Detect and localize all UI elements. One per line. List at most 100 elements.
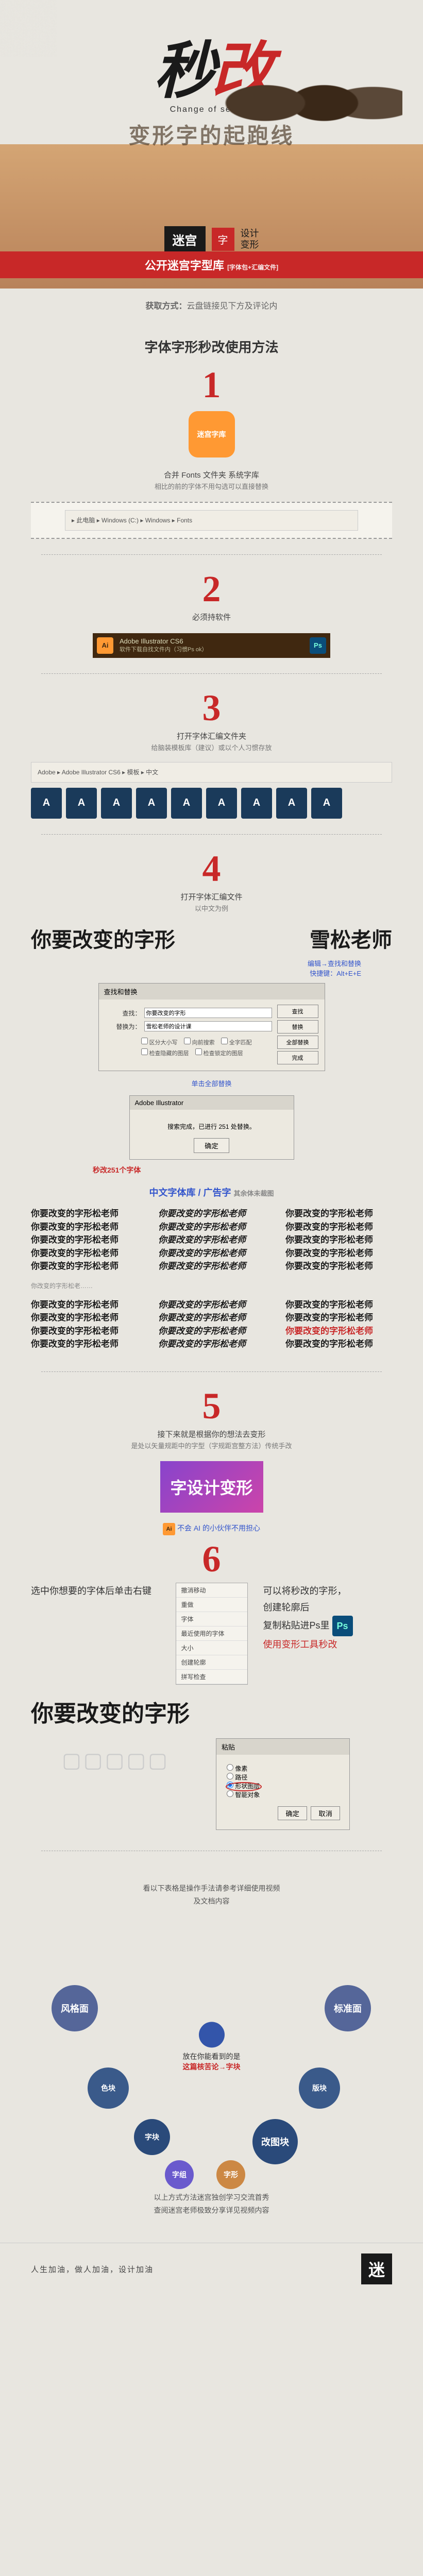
font-file-icon: A <box>171 788 202 819</box>
replace-count: 秒改251个字体 <box>0 1165 423 1175</box>
mindmap-node-色块: 色块 <box>88 2067 129 2109</box>
paste-dialog: 粘贴 像素 路径 形状图层 智能对象 确定 取消 <box>216 1738 350 1830</box>
font-file-icon: A <box>241 788 272 819</box>
logo-band: 迷宫 字 设计变形 <box>164 226 259 252</box>
bottom-bar: 人生加油，做人加油，设计加油 迷 <box>0 2243 423 2295</box>
sample-text-right: 雪松老师 <box>310 918 392 958</box>
menu-item[interactable]: 最近使用的字体 <box>176 1626 247 1641</box>
sample-text-left: 你要改变的字形 <box>31 918 175 958</box>
step-5-number: 5 <box>0 1387 423 1425</box>
checkbox-whole[interactable]: 全字匹配 <box>221 1038 252 1046</box>
step-1-number: 1 <box>0 366 423 403</box>
ps-icon-inline: Ps <box>332 1616 353 1636</box>
font-files-row: A A A A A A A A A <box>31 788 392 819</box>
replace-label: 替换为： <box>105 1022 141 1031</box>
acquire-note: 获取方式：云盘链接见下方及评论内 <box>0 289 423 321</box>
paste-opt-shape[interactable]: 形状图层 <box>227 1783 260 1790</box>
font-file-icon: A <box>101 788 132 819</box>
font-file-icon: A <box>66 788 97 819</box>
font-sample-grid-2: 你要改变的字形松老师 你要改变的字形松老师 你要改变的字形松老师 你要改变的字形… <box>0 1293 423 1356</box>
paste-ok-button[interactable]: 确定 <box>278 1806 307 1820</box>
font-sample-grid: 你要改变的字形松老师 你要改变的字形松老师 你要改变的字形松老师 你要改变的字形… <box>0 1202 423 1278</box>
mindmap-node-风格面: 风格面 <box>52 1985 98 2031</box>
sample-line: 你要改变的字形松老师 <box>31 1311 138 1325</box>
sample-line: 你要改变的字形松老师 <box>158 1207 265 1221</box>
paste-opt-pixel[interactable]: 像素 <box>227 1765 247 1772</box>
folder-screenshot-frame: ▸ 此电脑 ▸ Windows (C:) ▸ Windows ▸ Fonts <box>31 502 392 539</box>
font-file-icon: A <box>31 788 62 819</box>
checkbox-hidden[interactable]: 检查隐藏的图层 <box>141 1048 189 1057</box>
replace-input[interactable] <box>144 1021 272 1031</box>
step-4-desc: 打开字体汇编文件 以中文为例 <box>0 887 423 919</box>
divider <box>41 1371 382 1372</box>
replace-button[interactable]: 替换 <box>277 1020 318 1033</box>
mindmap-node-改图块: 改图块 <box>252 2119 298 2164</box>
hero-banner: 秒改 Change of second 变形字的起跑线 迷宫 字 设计变形 公开… <box>0 0 423 289</box>
template-path: Adobe ▸ Adobe Illustrator CS6 ▸ 模板 ▸ 中文 <box>31 762 392 783</box>
click-hint: 单击全部替换 <box>0 1076 423 1090</box>
paste-dialog-title: 粘贴 <box>216 1739 349 1755</box>
done-button[interactable]: 完成 <box>277 1051 318 1064</box>
sample-line: 你要改变的字形松老师 <box>31 1337 138 1351</box>
find-input[interactable] <box>144 1008 272 1018</box>
step-6-layout: 选中你想要的字体后单击右键 撤消移动 重做 字体 最近使用的字体 大小 创建轮廓… <box>0 1578 423 1690</box>
logo-accent: 字 <box>212 228 234 251</box>
divider <box>41 834 382 835</box>
sample-line: 你要改变的字形松老师 <box>285 1311 392 1325</box>
checkbox-forward[interactable]: 向前搜索 <box>184 1038 215 1046</box>
mindmap-node-字块: 字块 <box>134 2119 170 2155</box>
step-2-number: 2 <box>0 570 423 607</box>
mindmap-node-版块: 版块 <box>299 2067 340 2109</box>
menu-item[interactable]: 撤消移动 <box>176 1583 247 1598</box>
software-row: Ai Adobe Illustrator CS6 软件下载自找文件内（习惯Ps … <box>93 633 330 658</box>
find-button[interactable]: 查找 <box>277 1005 318 1018</box>
find-label: 查找： <box>105 1009 141 1018</box>
menu-item[interactable]: 字体 <box>176 1612 247 1626</box>
font-file-icon: A <box>276 788 307 819</box>
paste-opt-smart[interactable]: 智能对象 <box>227 1791 260 1799</box>
checkbox-locked[interactable]: 检查锁定的图层 <box>195 1048 243 1057</box>
mindmap-node-标准面: 标准面 <box>325 1985 371 2031</box>
sample-line: 你要改变的字形松老师 <box>285 1247 392 1260</box>
step-2-title: 必须持软件 <box>0 607 423 628</box>
section-title: 字体字形秒改使用方法 <box>0 321 423 366</box>
alert-ok-button[interactable]: 确定 <box>194 1138 229 1153</box>
menu-item[interactable]: 大小 <box>176 1641 247 1655</box>
sample-line: 你要改变的字形松老师 <box>31 1221 138 1234</box>
replace-all-button[interactable]: 全部替换 <box>277 1036 318 1049</box>
menu-item-outline[interactable]: 创建轮廓 <box>176 1655 247 1670</box>
ai-icon-small: Ai <box>163 1523 175 1535</box>
outline-sample-text: 你要改变的字形 <box>0 1690 423 1733</box>
sample-line: 你要改变的字形松老师 <box>285 1233 392 1247</box>
sample-line: 你要改变的字形松老师 <box>31 1233 138 1247</box>
paste-cancel-button[interactable]: 取消 <box>311 1806 340 1820</box>
menu-item[interactable]: 重做 <box>176 1598 247 1612</box>
sample-line: 你要改变的字形松老师 <box>158 1298 265 1312</box>
alert-title: Adobe Illustrator <box>130 1096 294 1110</box>
paste-opt-path[interactable]: 路径 <box>227 1774 247 1781</box>
sample-line: 你要改变的字形松老师 <box>158 1311 265 1325</box>
variation-note: 你改变的字形松老…… <box>0 1278 423 1293</box>
compare-heading: 中文字体库 / 广告字 其余体未裁图 <box>0 1175 423 1202</box>
sample-line: 你要改变的字形松老师 <box>31 1260 138 1273</box>
bottom-logo: 迷 <box>361 2253 392 2284</box>
sample-line: 你要改变的字形松老师 <box>158 1233 265 1247</box>
ps-icon: Ps <box>310 637 326 654</box>
sample-line: 你要改变的字形松老师 <box>285 1298 392 1312</box>
mindmap-node-字形: 字形 <box>216 2160 245 2189</box>
step-1-desc: 合并 Fonts 文件夹 系统字库 相比的前的字体不用勾选可以直接替换 <box>0 465 423 497</box>
ai-reassurance: Ai 不会 AI 的小伙伴不用担心 <box>0 1518 423 1540</box>
sample-line: 你要改变的字形松老师 <box>31 1298 138 1312</box>
menu-item[interactable]: 拼写检查 <box>176 1670 247 1684</box>
step-3-desc: 打开字体汇编文件夹 给脑装模板库（建议）或以个人习惯存放 <box>0 726 423 758</box>
divider <box>41 554 382 555</box>
sample-line: 你要改变的字形松老师 <box>31 1207 138 1221</box>
find-replace-dialog: 查找和替换 查找： 替换为： 区分大小写 向前搜索 全字匹配 检查隐藏的图层 检… <box>98 983 325 1071</box>
step-4-number: 4 <box>0 850 423 887</box>
menu-hint: 编辑→查找和替换 快捷键：Alt+E+E <box>0 958 423 978</box>
context-menu: 撤消移动 重做 字体 最近使用的字体 大小 创建轮廓 拼写检查 <box>176 1583 248 1685</box>
font-library-icon: 迷宫字库 <box>189 411 235 457</box>
sample-line: 你要改变的字形松老师 <box>285 1207 392 1221</box>
checkbox-case[interactable]: 区分大小写 <box>141 1038 178 1046</box>
track-caption: 变形字的起跑线 <box>128 118 294 150</box>
